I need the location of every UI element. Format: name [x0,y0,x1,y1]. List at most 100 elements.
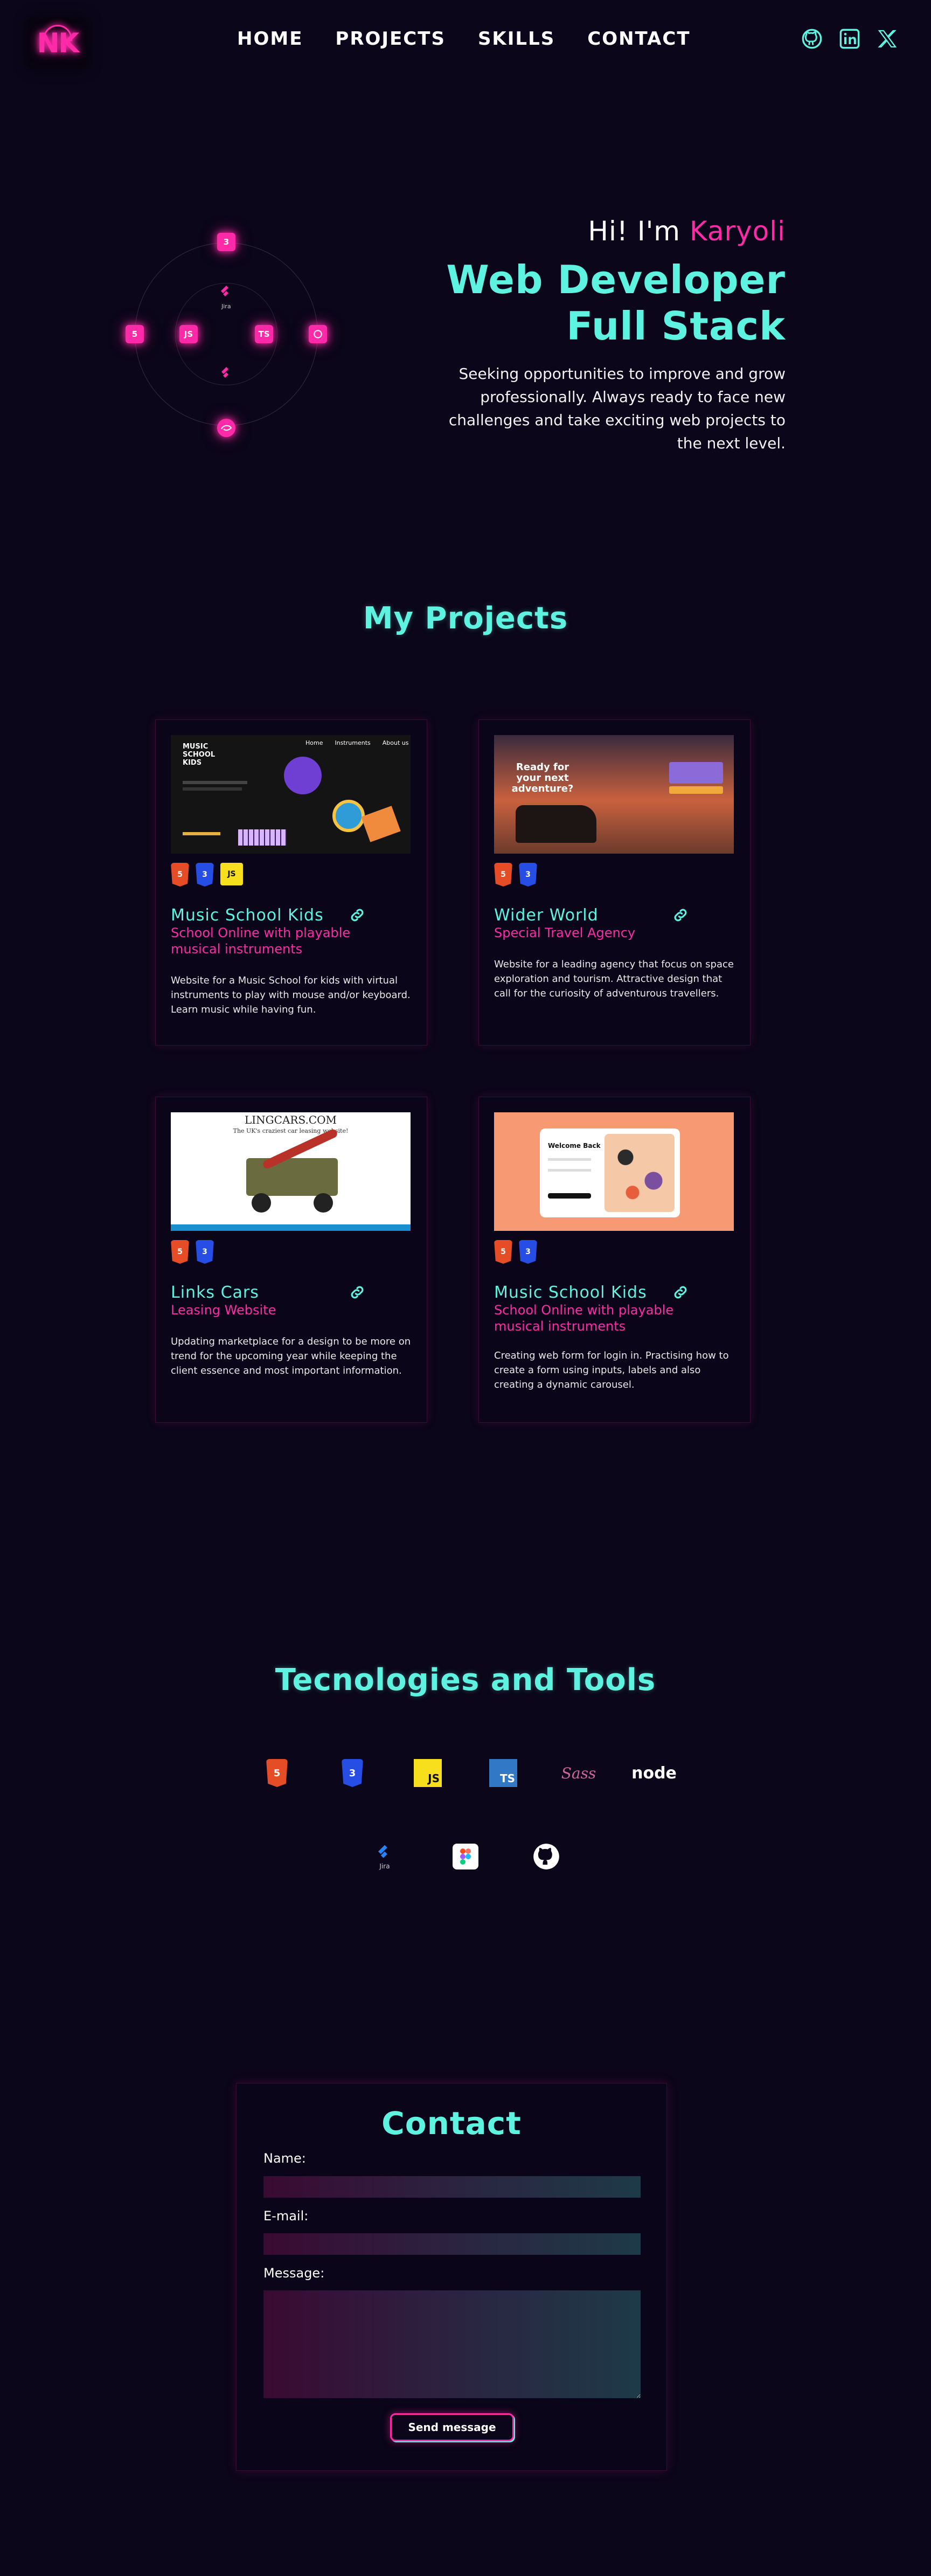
email-label: E-mail: [263,2208,309,2224]
node-icon: node [631,1754,677,1792]
thumb-nav-home: Home [305,739,323,746]
hero-name: Karyoli [689,216,786,247]
html-icon: 5 [171,1240,189,1264]
jira-orbit-label: Jira [221,303,231,310]
css-icon: 3 [519,863,537,887]
project-card: LINGCARS.COM The UK's craziest car leasi… [155,1097,427,1423]
thumb-wheel-shape [314,1193,333,1213]
sass-icon-label: Sass [561,1764,596,1782]
project-card: Ready for your next adventure? 5 3 Wider… [478,719,751,1045]
project-card: Welcome Back 5 3 Music School Kids Schoo… [478,1097,751,1423]
html-icon: 5 [494,863,512,887]
social-links [800,27,899,51]
thumb-pattern-panel [605,1134,675,1212]
thumb-input [548,1158,591,1161]
linkedin-icon[interactable] [838,27,861,51]
js-icon: JS [220,863,243,885]
link-icon[interactable] [672,1284,689,1301]
project-thumbnail[interactable]: MUSIC SCHOOL KIDS Home Instruments About… [171,735,411,854]
project-subtitle: School Online with playable musical inst… [494,1303,674,1334]
css-icon: 3 [334,1754,371,1792]
link-icon[interactable] [349,906,366,924]
thumb-heading: Ready for your next adventure? [511,761,574,794]
css-icon: 3 [217,233,235,251]
tech-row-2: Jira [0,1838,931,1875]
nav-skills[interactable]: SKILLS [478,28,555,50]
project-description: Website for a leading agency that focus … [494,959,734,999]
css-icon: 3 [519,1240,537,1264]
skills-orbit: 3 5 JS TS Jira [124,226,329,453]
thumb-heading: Welcome Back [548,1142,601,1149]
tech-badges: 5 3 [494,1240,537,1264]
email-field[interactable] [263,2233,641,2255]
html-icon: 5 [171,863,189,887]
thumb-box-shape [361,806,401,842]
project-thumbnail[interactable]: Welcome Back [494,1112,734,1231]
html-icon: 5 [258,1754,296,1792]
project-subtitle: Special Travel Agency [494,925,636,940]
greeting-text: Hi! I'm [588,216,690,247]
project-card: MUSIC SCHOOL KIDS Home Instruments About… [155,719,427,1045]
thumb-drum-shape [332,800,365,832]
jira-icon-label: Jira [379,1862,390,1870]
jira-icon: Jira [366,1838,404,1875]
thumb-car-shape [516,805,596,843]
name-field[interactable] [263,2176,641,2198]
js-icon-label: JS [414,1759,442,1787]
x-icon[interactable] [876,27,899,51]
ts-orbit-label: TS [258,329,270,339]
tech-badges: 5 3 [171,1240,214,1264]
tech-badges: 5 3 [494,863,537,887]
thumb-form-button [669,786,723,794]
contact-form: Contact Name: E-mail: Message: Send mess… [236,2083,667,2471]
thumb-subheading: The UK's craziest car leasing website! [233,1127,349,1134]
nav-home[interactable]: HOME [237,28,303,50]
contact-title: Contact [381,2105,522,2142]
project-thumbnail[interactable]: Ready for your next adventure? [494,735,734,854]
nav-contact[interactable]: CONTACT [587,28,690,50]
sass-icon: Sass [560,1754,597,1792]
message-field[interactable] [263,2290,641,2398]
hero-tagline: Seeking opportunities to improve and gro… [448,365,786,452]
thumb-input [548,1169,591,1172]
project-subtitle: School Online with playable musical inst… [171,925,351,957]
html-icon: 5 [126,325,144,343]
thumb-footer-bar [171,1224,411,1231]
message-label: Message: [263,2266,325,2281]
thumb-button [183,832,220,835]
css-icon: 3 [196,863,214,887]
github-icon[interactable] [800,27,824,51]
project-subtitle: Leasing Website [171,1303,276,1318]
thumb-form-box [669,762,723,784]
thumb-wheel-shape [252,1193,271,1213]
thumb-nav-instruments: Instruments [335,739,371,746]
project-title: Music School Kids [171,906,324,925]
thumb-login-button [548,1193,591,1199]
project-title: Music School Kids [494,1283,647,1302]
thumb-nav-about: About us [382,739,409,746]
thumb-heading: LINGCARS.COM [245,1113,337,1126]
github-icon [527,1838,565,1875]
thumb-text-line [183,781,247,784]
main-nav: HOME PROJECTS SKILLS CONTACT [237,28,691,50]
link-icon[interactable] [349,1284,366,1301]
projects-title: My Projects [363,601,568,636]
nav-projects[interactable]: PROJECTS [335,28,446,50]
sass-orbit-icon [217,419,235,437]
project-thumbnail[interactable]: LINGCARS.COM The UK's craziest car leasi… [171,1112,411,1231]
thumb-heading: MUSIC SCHOOL KIDS [183,743,216,767]
thumb-guitar-shape [284,757,322,794]
css-icon: 3 [196,1240,214,1264]
send-message-button[interactable]: Send message [390,2413,514,2441]
hero-intro: Hi! I'm Karyoli Web Developer Full Stack… [408,216,786,455]
hero-role: Web Developer Full Stack [408,257,786,349]
ts-icon: TS [484,1754,522,1792]
site-logo[interactable]: NK [28,17,87,69]
js-icon: JS [409,1754,447,1792]
github-orbit-icon [309,325,327,343]
link-icon[interactable] [672,906,689,924]
node-icon-label: node [631,1763,677,1783]
html-icon: 5 [494,1240,512,1264]
jira-orbit-icon [217,283,235,301]
ts-icon-label: TS [489,1759,517,1787]
